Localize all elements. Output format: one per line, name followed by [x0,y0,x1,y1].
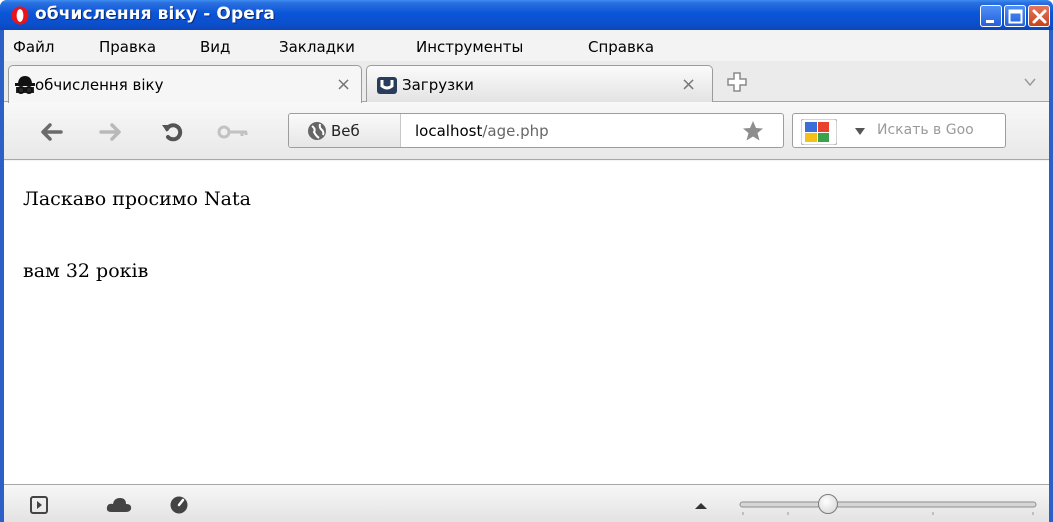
browser-chrome: Файл Правка Вид Закладки Инструменты Спр… [4,30,1049,522]
new-tab-plus-icon[interactable] [726,71,748,93]
window-title: обчислення віку - Opera [35,4,275,24]
key-icon[interactable] [216,120,250,144]
menu-file[interactable]: Файл [13,38,54,56]
search-engine-chevron-down-icon[interactable] [855,128,865,135]
zoom-slider-track [739,501,1037,515]
page-content: Ласкаво просимо Nata вам 32 років [4,161,1049,484]
panel-toggle-icon[interactable] [29,495,49,515]
tab-age-calc[interactable]: обчислення віку × [8,65,362,103]
address-bar[interactable]: Веб localhost/age.php [288,113,784,148]
minimize-button[interactable] [980,5,1002,27]
globe-icon [308,122,326,140]
zoom-slider[interactable] [738,493,1038,517]
minimize-icon [986,20,994,23]
tab-label: Загрузки [402,76,474,94]
opera-logo-icon [11,6,29,25]
search-placeholder: Искать в Goo [877,122,974,138]
close-icon [1032,9,1047,24]
status-bar [4,484,1049,522]
url-text[interactable]: localhost/age.php [415,122,549,140]
greeting-text: Ласкаво просимо Nata [23,188,251,210]
tab-menu-chevron-down-icon[interactable] [1024,78,1036,86]
cloud-icon[interactable] [105,495,133,515]
arrow-up-icon[interactable] [693,495,709,515]
menu-help[interactable]: Справка [588,38,654,56]
navigation-bar: Веб localhost/age.php Искать в Goo [4,102,1049,160]
reload-icon[interactable] [159,120,187,144]
bookmark-star-icon[interactable] [741,119,765,143]
back-arrow-icon[interactable] [37,120,65,144]
tab-close-icon[interactable]: × [336,74,351,95]
url-host: localhost [415,122,483,140]
zoom-slider-thumb[interactable] [818,494,838,514]
google-logo-icon [801,119,837,145]
url-path: /age.php [482,122,549,140]
maximize-button[interactable] [1004,5,1026,27]
close-button[interactable] [1028,5,1050,27]
menu-bar: Файл Правка Вид Закладки Инструменты Спр… [4,30,1049,61]
forward-arrow-icon[interactable] [97,120,125,144]
speedometer-icon[interactable] [169,495,189,515]
tab-downloads[interactable]: Загрузки × [366,65,713,103]
maximize-icon [1008,9,1023,24]
downloads-icon [377,77,397,94]
menu-bookmarks[interactable]: Закладки [279,38,355,56]
search-field[interactable]: Искать в Goo [792,113,1006,148]
web-badge-label: Веб [331,122,360,140]
tab-close-icon[interactable]: × [681,74,696,95]
title-bar[interactable]: обчислення віку - Opera [0,0,1053,30]
menu-view[interactable]: Вид [200,38,230,56]
menu-tools[interactable]: Инструменты [416,38,523,56]
web-badge[interactable]: Веб [289,114,401,147]
browser-window: обчислення віку - Opera Файл Правка Вид … [0,0,1053,522]
menu-edit[interactable]: Правка [99,38,156,56]
tab-label: обчислення віку [35,76,164,94]
incognito-icon [15,76,35,94]
age-text: вам 32 років [23,260,149,282]
tab-bar: обчислення віку × Загрузки × [4,61,1049,103]
